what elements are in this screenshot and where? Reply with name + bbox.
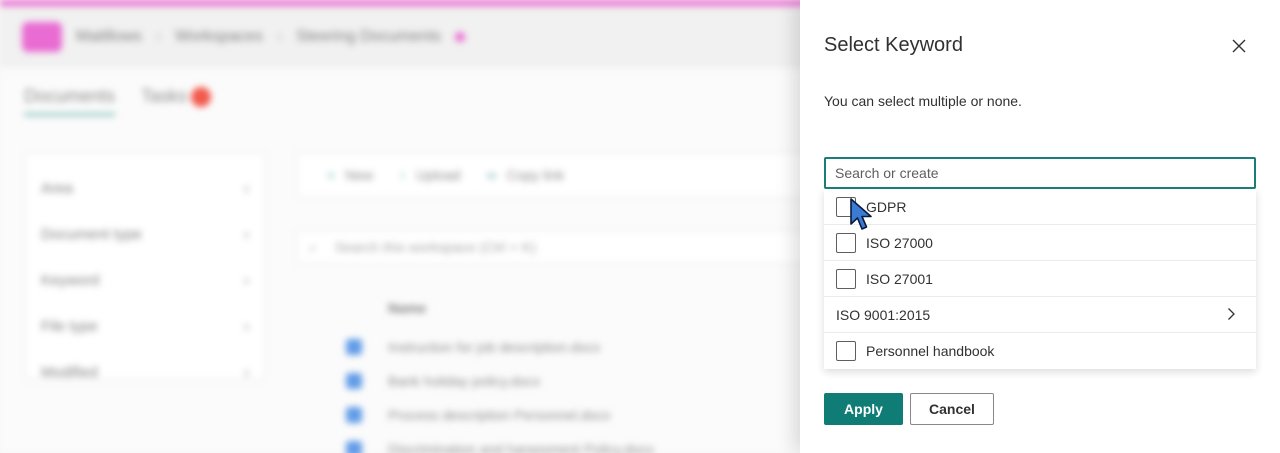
option-checkbox[interactable] xyxy=(836,268,856,289)
close-icon xyxy=(1232,39,1246,52)
keyword-picker: GDPR ISO 27000 ISO 27001 ISO 9001:2015 P… xyxy=(824,157,1256,369)
chevron-right-icon xyxy=(1228,308,1235,320)
select-keyword-panel: Select Keyword You can select multiple o… xyxy=(800,0,1280,453)
option-checkbox[interactable] xyxy=(836,341,856,361)
keyword-option-personnel-handbook[interactable]: Personnel handbook xyxy=(824,333,1256,369)
keyword-option-gdpr[interactable]: GDPR xyxy=(824,189,1256,225)
keyword-options-list: GDPR ISO 27000 ISO 27001 ISO 9001:2015 P… xyxy=(824,189,1256,369)
keyword-option-iso-27001[interactable]: ISO 27001 xyxy=(824,261,1256,297)
apply-button[interactable]: Apply xyxy=(824,393,903,425)
option-label: ISO 27001 xyxy=(866,270,933,287)
option-label: Personnel handbook xyxy=(866,343,995,359)
panel-title: Select Keyword xyxy=(824,34,963,56)
keyword-option-iso-9001[interactable]: ISO 9001:2015 xyxy=(824,297,1256,333)
cancel-button[interactable]: Cancel xyxy=(910,393,994,425)
option-label: ISO 9001:2015 xyxy=(836,306,931,323)
close-button[interactable] xyxy=(1226,34,1252,60)
option-checkbox[interactable] xyxy=(836,232,856,253)
option-checkbox[interactable] xyxy=(836,196,856,217)
panel-description: You can select multiple or none. xyxy=(824,93,1022,109)
option-label: GDPR xyxy=(866,198,907,215)
option-label: ISO 27000 xyxy=(866,234,933,251)
keyword-search-input[interactable] xyxy=(824,157,1256,189)
overlay-scrim[interactable] xyxy=(0,0,800,453)
keyword-option-iso-27000[interactable]: ISO 27000 xyxy=(824,225,1256,261)
